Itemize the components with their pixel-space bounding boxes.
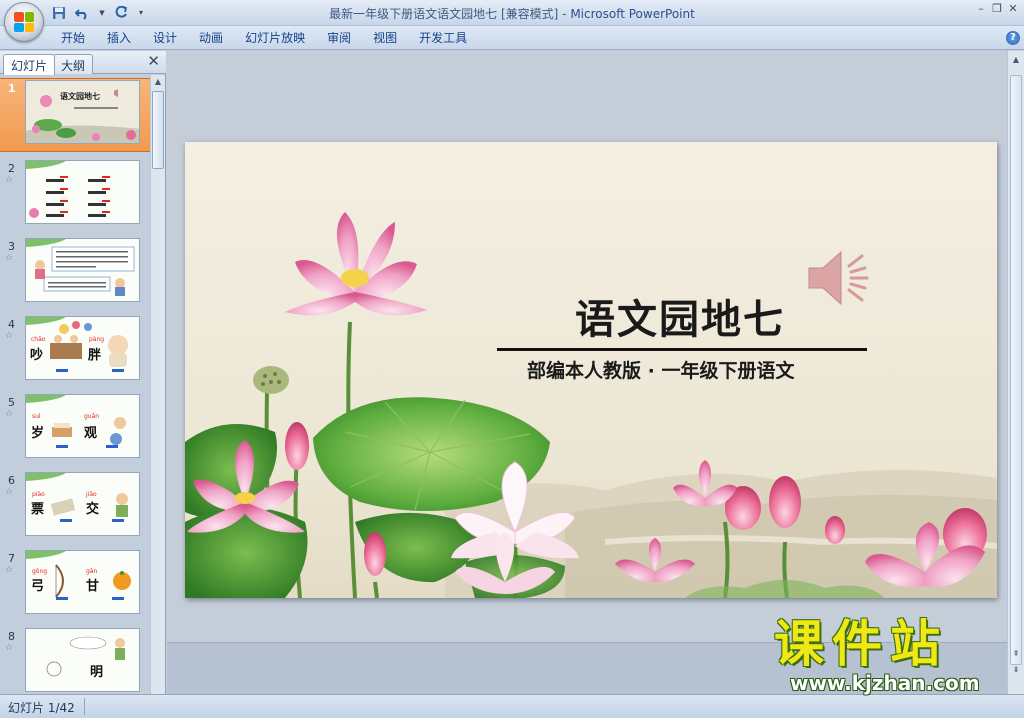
animation-star-icon: ☆: [5, 253, 14, 263]
scroll-up-icon[interactable]: ▲: [152, 75, 164, 89]
slide-title[interactable]: 语文园地七: [575, 287, 785, 345]
thumbnail-number: 7: [8, 552, 15, 565]
tab-developer[interactable]: 开发工具: [408, 30, 478, 46]
previous-slide-icon[interactable]: ⇞: [1010, 647, 1022, 661]
tab-review[interactable]: 审阅: [316, 30, 362, 46]
thumbnail-image: suì 岁 guān 观: [25, 394, 140, 458]
thumbnail-scrollbar[interactable]: ▲: [150, 75, 165, 694]
status-divider: [84, 698, 85, 715]
tab-outline[interactable]: 大纲: [53, 54, 94, 74]
tab-slides[interactable]: 幻灯片: [3, 54, 56, 75]
scrollbar-thumb[interactable]: [1010, 75, 1022, 665]
tab-view[interactable]: 视图: [362, 30, 408, 46]
thumbnail-char: 弓: [31, 579, 45, 594]
close-icon[interactable]: ✕: [1006, 2, 1020, 16]
thumbnail-char: 胖: [88, 348, 102, 363]
slides-pane: 幻灯片 大纲 ✕ 1 语文园地七 2 ☆ 3 ☆ 4 ☆ chǎo 吵 pàng…: [0, 51, 166, 694]
status-bar: 幻灯片 1/42: [0, 694, 1024, 718]
title-bar: ▼ ▾ 最新一年级下册语文语文园地七 [兼容模式] - Microsoft Po…: [0, 0, 1024, 26]
thumbnail-8[interactable]: 8 ☆ 明: [0, 627, 150, 694]
thumbnail-image: chǎo 吵 pàng 胖: [25, 316, 140, 380]
thumbnail-number: 8: [8, 630, 15, 643]
thumbnail-image: [25, 80, 140, 144]
slide-scrollbar[interactable]: ▲ ⇞ ⇟: [1007, 51, 1024, 694]
animation-star-icon: ☆: [5, 409, 14, 419]
thumbnail-pinyin: guān: [84, 413, 100, 420]
thumbnail-5[interactable]: 5 ☆ suì 岁 guān 观: [0, 393, 150, 467]
thumbnail-number: 5: [8, 396, 15, 409]
office-logo-icon: [14, 12, 34, 32]
window-title: 最新一年级下册语文语文园地七 [兼容模式] - Microsoft PowerP…: [0, 5, 1024, 22]
slide-indicator: 幻灯片 1/42: [8, 701, 75, 715]
tab-insert[interactable]: 插入: [96, 30, 142, 46]
animation-star-icon: ☆: [5, 331, 14, 341]
thumbnail-image: piào 票 jiāo 交: [25, 472, 140, 536]
window-controls: – ❐ ✕: [974, 2, 1020, 16]
thumbnail-char: 甘: [86, 579, 100, 594]
kjzhan-watermark: 课件站 www.kjzhan.com: [774, 616, 1009, 694]
watermark-url: www.kjzhan.com: [790, 671, 980, 695]
help-icon[interactable]: ?: [1006, 31, 1020, 45]
thumbnail-char: 吵: [30, 348, 44, 363]
thumbnail-pinyin: gōng: [32, 568, 48, 575]
tab-design[interactable]: 设计: [142, 30, 188, 46]
thumbnail-number: 2: [8, 162, 15, 175]
thumbnail-pinyin: piào: [32, 491, 45, 498]
thumbnail-3[interactable]: 3 ☆: [0, 237, 150, 311]
scrollbar-thumb[interactable]: [152, 91, 164, 169]
office-button[interactable]: [4, 2, 44, 42]
thumbnail-7[interactable]: 7 ☆ gōng 弓 gān 甘: [0, 549, 150, 623]
next-slide-icon[interactable]: ⇟: [1010, 663, 1022, 677]
thumbnail-pinyin: jiāo: [86, 491, 97, 498]
close-pane-icon[interactable]: ✕: [147, 54, 160, 69]
thumbnail-title: 语文园地七: [60, 92, 100, 101]
thumbnail-4[interactable]: 4 ☆ chǎo 吵 pàng 胖: [0, 315, 150, 389]
thumbnail-pinyin: suì: [32, 413, 41, 420]
thumbnail-image: gōng 弓 gān 甘: [25, 550, 140, 614]
slide-subtitle[interactable]: 部编本人教版 · 一年级下册语文: [527, 356, 794, 383]
thumbnail-image: 明: [25, 628, 140, 692]
document-title: 最新一年级下册语文语文园地七 [兼容模式] -: [329, 7, 571, 21]
thumbnail-char: 观: [84, 426, 98, 441]
slide-canvas[interactable]: 语文园地七 部编本人教版 · 一年级下册语文: [185, 142, 997, 598]
animation-star-icon: ☆: [5, 175, 14, 185]
speaker-icon[interactable]: [805, 246, 875, 313]
thumbnail-1[interactable]: 1 语文园地七: [0, 78, 150, 152]
slide-editor: 语文园地七 部编本人教版 · 一年级下册语文: [167, 51, 1007, 694]
thumbnail-image: [25, 160, 140, 224]
thumbnail-list: 1 语文园地七 2 ☆ 3 ☆ 4 ☆ chǎo 吵 pàng 胖 5 ☆ su…: [0, 75, 150, 694]
title-divider: [497, 348, 867, 351]
thumbnail-pinyin: chǎo: [31, 336, 46, 343]
thumbnail-image: [25, 238, 140, 302]
tab-home[interactable]: 开始: [50, 30, 96, 46]
restore-icon[interactable]: ❐: [990, 2, 1004, 16]
thumbnail-number: 3: [8, 240, 15, 253]
thumbnail-2[interactable]: 2 ☆: [0, 159, 150, 233]
scroll-up-icon[interactable]: ▲: [1010, 53, 1022, 67]
thumbnail-char: 岁: [31, 426, 45, 441]
tab-slideshow[interactable]: 幻灯片放映: [234, 30, 316, 46]
animation-star-icon: ☆: [5, 487, 14, 497]
thumbnail-char: 票: [31, 502, 45, 517]
ribbon: 开始 插入 设计 动画 幻灯片放映 审阅 视图 开发工具 ?: [0, 26, 1024, 50]
thumbnail-number: 6: [8, 474, 15, 487]
minimize-icon[interactable]: –: [974, 2, 988, 16]
thumbnail-number: 1: [8, 82, 16, 95]
animation-star-icon: ☆: [5, 643, 14, 653]
thumbnail-number: 4: [8, 318, 15, 331]
pane-tabs: 幻灯片 大纲 ✕: [0, 51, 166, 75]
app-name: Microsoft PowerPoint: [570, 7, 695, 21]
thumbnail-pinyin: gān: [86, 568, 98, 575]
animation-star-icon: ☆: [5, 565, 14, 575]
watermark-brand: 课件站: [774, 615, 948, 673]
thumbnail-char: 交: [86, 502, 100, 517]
ribbon-tabs: 开始 插入 设计 动画 幻灯片放映 审阅 视图 开发工具: [50, 30, 478, 46]
thumbnail-char: 明: [90, 665, 104, 680]
tab-animations[interactable]: 动画: [188, 30, 234, 46]
thumbnail-6[interactable]: 6 ☆ piào 票 jiāo 交: [0, 471, 150, 545]
thumbnail-pinyin: pàng: [89, 336, 105, 343]
